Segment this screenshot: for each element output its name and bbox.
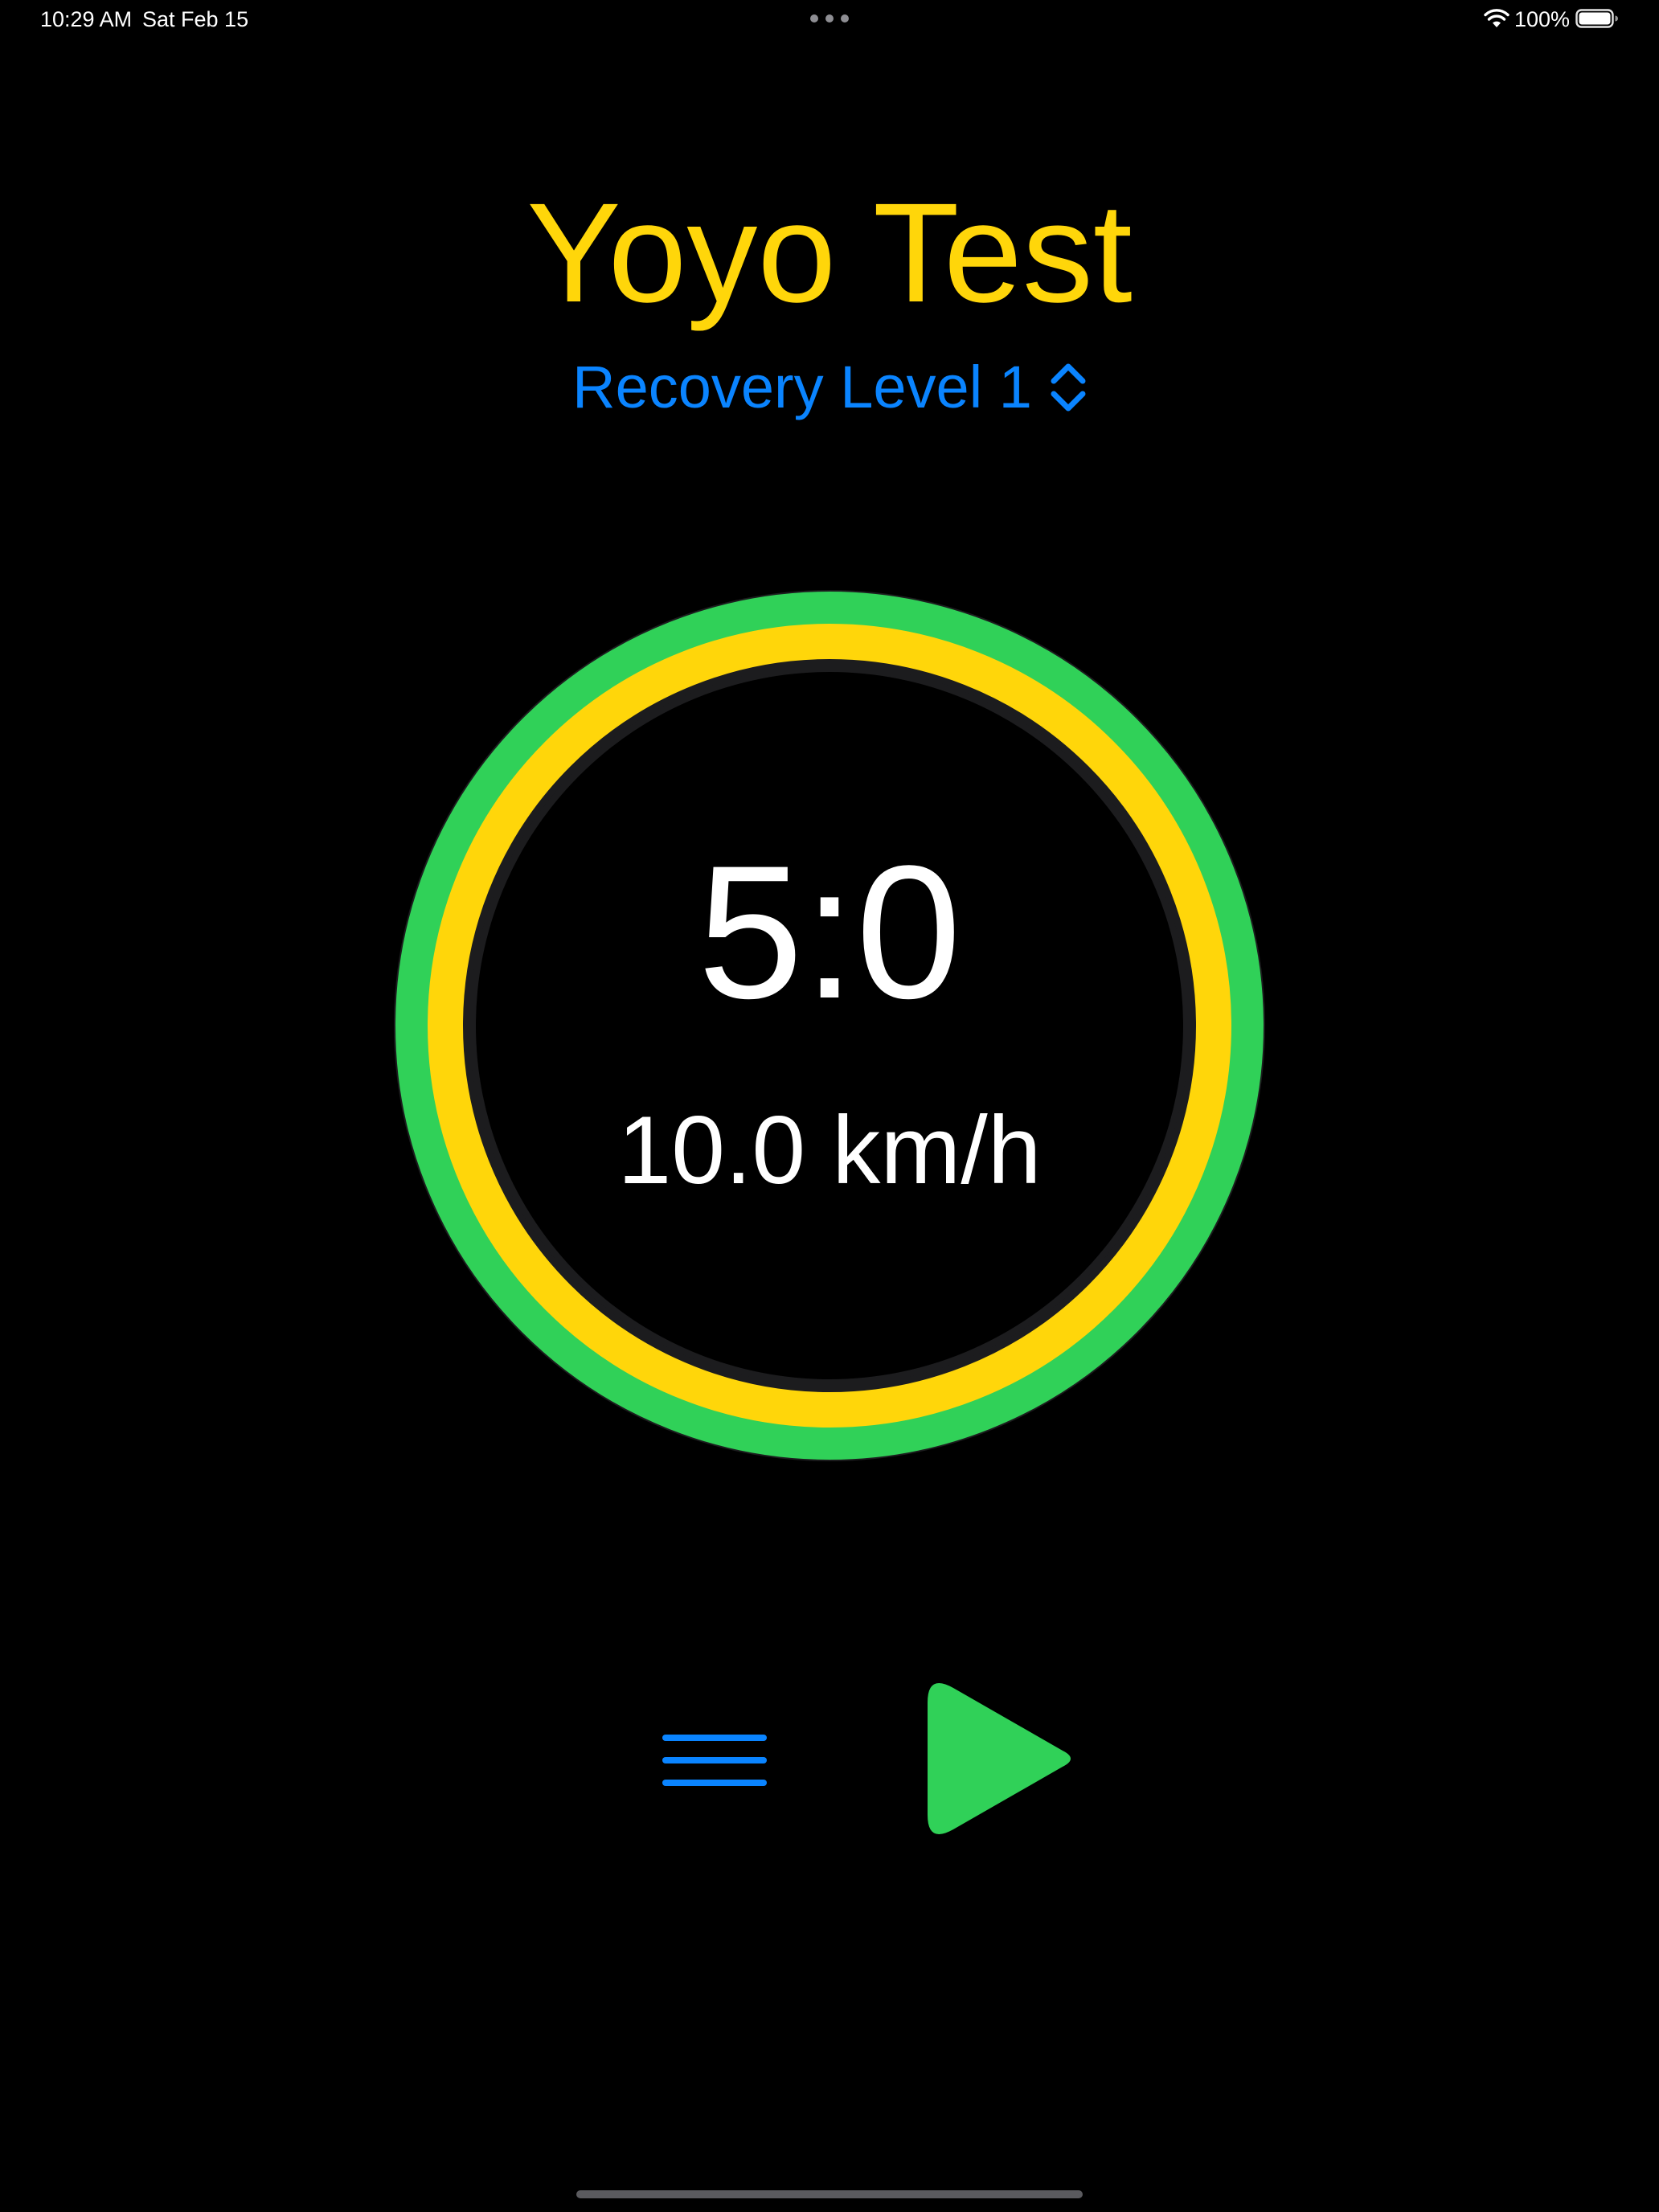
level-selector-button[interactable]: Recovery Level 1 bbox=[0, 347, 1659, 428]
wifi-icon bbox=[1484, 9, 1509, 27]
menu-icon[interactable] bbox=[661, 1728, 768, 1792]
timer-value: 5:0 bbox=[697, 826, 962, 1038]
level-selector-label: Recovery Level 1 bbox=[572, 354, 1032, 420]
status-time: 10:29 AM bbox=[40, 7, 133, 31]
page-title: Yoyo Test bbox=[526, 174, 1133, 332]
multitasking-dots-icon[interactable] bbox=[810, 14, 849, 23]
play-icon[interactable] bbox=[921, 1672, 1082, 1845]
status-date: Sat Feb 15 bbox=[142, 7, 249, 31]
speed-value: 10.0 km/h bbox=[617, 1096, 1042, 1204]
battery-percent: 100% bbox=[1514, 7, 1571, 31]
chevron-up-down-icon bbox=[1051, 363, 1086, 412]
home-indicator[interactable] bbox=[576, 2190, 1083, 2198]
battery-icon bbox=[1575, 9, 1618, 28]
